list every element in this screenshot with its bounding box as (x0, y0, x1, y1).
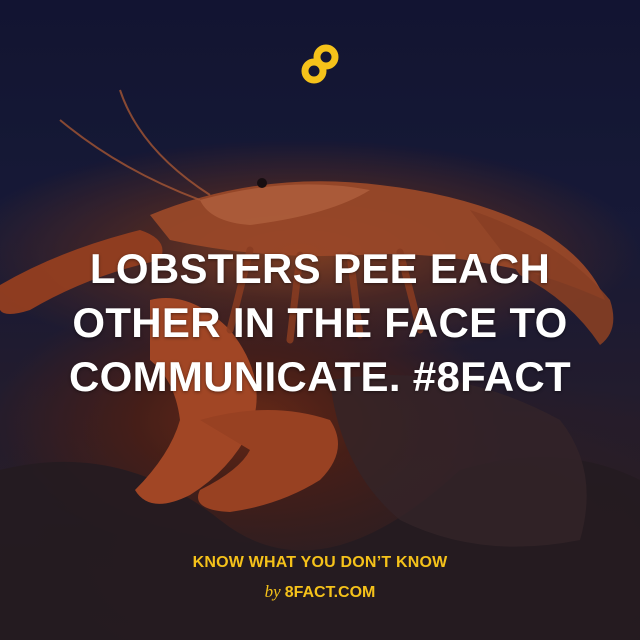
fact-card: LOBSTERS PEE EACH OTHER IN THE FACE TO C… (0, 0, 640, 640)
8fact-logo-icon (301, 44, 339, 84)
fact-text: LOBSTERS PEE EACH OTHER IN THE FACE TO C… (40, 242, 600, 404)
byline: by 8FACT.COM (0, 582, 640, 603)
fact-line: COMMUNICATE. #8FACT (69, 353, 571, 400)
byline-by: by (264, 582, 281, 601)
site-name: 8FACT.COM (284, 584, 376, 601)
fact-line: OTHER IN THE FACE TO (72, 299, 568, 346)
tagline: KNOW WHAT YOU DON’T KNOW (192, 554, 448, 571)
fact-line: LOBSTERS PEE EACH (89, 245, 551, 292)
